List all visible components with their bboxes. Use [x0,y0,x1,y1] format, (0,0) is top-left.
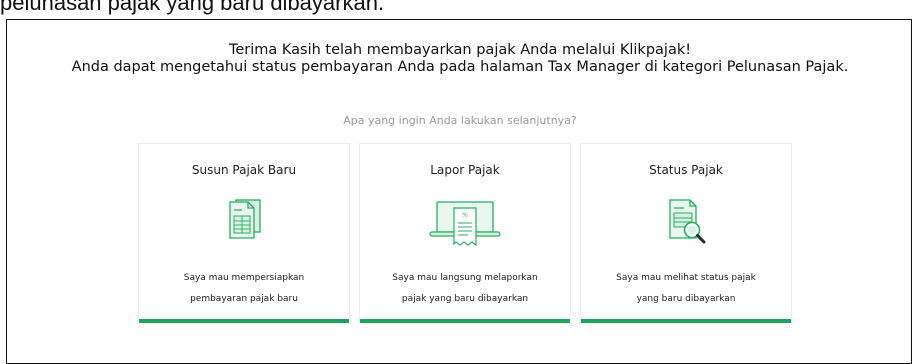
card-accent-bar [139,319,349,323]
card-description-line: pembayaran pajak baru [190,294,298,304]
card-description-line: pajak yang baru dibayarkan [401,294,529,304]
card-description: Saya mau melihat status pajak yang baru … [581,268,791,310]
card-accent-bar [581,319,791,323]
partial-top-text: pelunasan pajak yang baru dibayarkan. [0,0,385,15]
card-accent-bar [360,319,570,323]
card-description-line: yang baru dibayarkan [636,294,736,304]
card-description-line: Saya mau mempersiapkan [183,273,305,283]
document-stack-icon [139,192,349,252]
card-status-pajak[interactable]: Status Pajak Saya mau melihat status paj… [580,143,792,323]
thank-you-message: Terima Kasih telah membayarkan pajak And… [0,42,920,76]
thank-you-line: Terima Kasih telah membayarkan pajak And… [228,42,692,58]
laptop-receipt-icon: % [360,192,570,252]
document-search-icon [581,192,791,252]
card-title: Lapor Pajak [430,163,500,177]
svg-text:%: % [462,212,468,219]
card-title: Susun Pajak Baru [191,163,297,177]
card-description: Saya mau mempersiapkan pembayaran pajak … [139,268,349,310]
card-lapor-pajak[interactable]: Lapor Pajak % Saya mau langsung melapork… [359,143,571,323]
card-title: Status Pajak [649,163,723,177]
card-description-line: Saya mau melihat status pajak [616,273,756,283]
card-description-line: Saya mau langsung melaporkan [392,273,538,283]
card-description: Saya mau langsung melaporkan pajak yang … [360,268,570,310]
card-susun-pajak-baru[interactable]: Susun Pajak Baru Saya mau mempersiapkan … [138,143,350,323]
status-info-line: Anda dapat mengetahui status pembayaran … [71,59,849,75]
next-step-question: Apa yang ingin Anda lakukan selanjutnya? [343,114,577,127]
